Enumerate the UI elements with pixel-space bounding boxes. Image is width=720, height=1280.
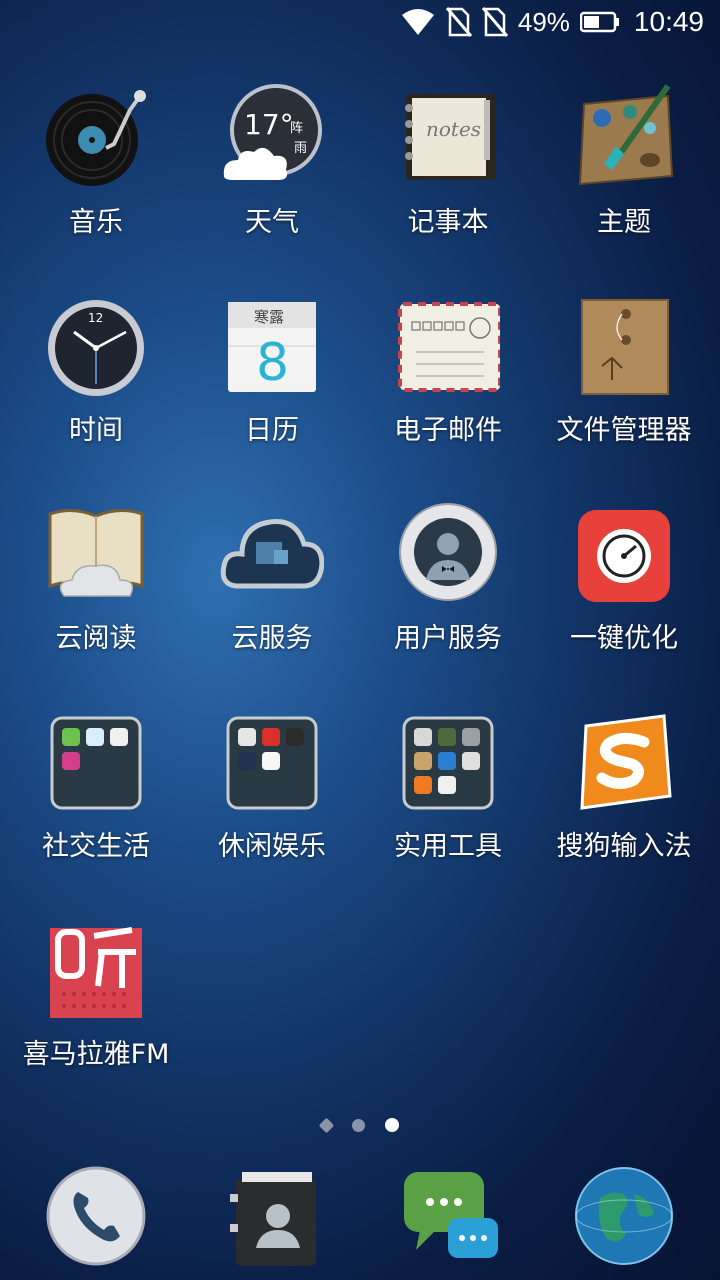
app-label: 电子邮件 [394,415,502,446]
page-dot[interactable] [352,1118,365,1132]
dock-phone[interactable] [8,1160,184,1270]
clock-icon: 12 [44,292,148,396]
calendar-term: 寒露 [254,308,284,326]
sim-off-icon [481,7,508,37]
contacts-icon [220,1164,324,1268]
phone-icon [44,1164,148,1268]
app-weather[interactable]: 17° 阵 雨 天气 [184,80,360,280]
dock-contacts[interactable] [184,1160,360,1270]
notes-icon: notes [396,84,500,188]
page-dot-active[interactable] [385,1118,399,1132]
folder-icon [220,708,324,812]
app-label: 天气 [245,207,299,238]
app-calendar[interactable]: 寒露 8 日历 [184,288,360,488]
weather-cond2: 雨 [294,141,307,156]
app-file-manager[interactable]: 文件管理器 [536,288,712,488]
app-label: 主题 [597,207,651,238]
ximalaya-ting-icon [44,916,148,1020]
app-label: 一键优化 [570,623,678,654]
cloud-book-icon [44,500,148,604]
app-label: 休闲娱乐 [218,831,326,862]
file-folder-icon [572,292,676,396]
app-label: 时间 [69,415,123,446]
app-music[interactable]: 音乐 [8,80,184,280]
app-label: 云阅读 [55,623,137,654]
app-label: 社交生活 [42,831,150,862]
wifi-icon [400,7,436,37]
app-label: 搜狗输入法 [556,831,692,862]
email-envelope-icon [396,292,502,396]
page-indicator [0,1117,720,1133]
notes-text: notes [426,117,481,141]
calendar-day: 8 [256,333,289,393]
dock-messages[interactable] [360,1160,536,1270]
page-dot-home[interactable] [318,1117,335,1133]
app-ximalaya-fm[interactable]: 喜马拉雅FM [8,912,184,1112]
theme-palette-icon [572,84,676,188]
clock-time: 10:49 [633,6,704,37]
app-user-service[interactable]: 用户服务 [360,496,536,696]
weather-icon: 17° 阵 雨 [220,84,324,188]
app-sogou-input[interactable]: 搜狗输入法 [536,704,712,904]
weather-cond1: 阵 [290,121,303,136]
app-label: 用户服务 [394,623,502,654]
user-service-icon [396,500,500,604]
folder-icon [44,708,148,812]
battery-percent: 49% [517,6,570,37]
app-label: 记事本 [407,207,489,238]
app-label: 喜马拉雅FM [22,1039,170,1070]
browser-globe-icon [572,1164,676,1268]
app-label: 云服务 [231,623,313,654]
app-cloud-reading[interactable]: 云阅读 [8,496,184,696]
app-notes[interactable]: notes 记事本 [360,80,536,280]
sim-off-icon [445,7,472,37]
status-bar: 49% 10:49 [0,0,720,44]
sogou-s-icon [572,708,676,812]
battery-icon [579,11,620,33]
calendar-icon: 寒露 8 [220,292,324,396]
dock-browser[interactable] [536,1160,712,1270]
cloud-service-icon [220,500,325,604]
app-folder-tools[interactable]: 实用工具 [360,704,536,904]
dock [0,1160,720,1270]
app-clock[interactable]: 12 时间 [8,288,184,488]
app-folder-social[interactable]: 社交生活 [8,704,184,904]
app-label: 音乐 [69,207,123,238]
app-label: 日历 [245,415,299,446]
app-cloud-service[interactable]: 云服务 [184,496,360,696]
weather-temp: 17° [244,108,294,141]
app-theme[interactable]: 主题 [536,80,712,280]
speedometer-icon [572,500,676,604]
folder-icon [396,708,500,812]
messages-icon [396,1164,500,1268]
clock-twelve: 12 [88,311,103,325]
app-label: 实用工具 [394,831,502,862]
app-folder-entertainment[interactable]: 休闲娱乐 [184,704,360,904]
music-vinyl-icon [44,84,148,188]
app-label: 文件管理器 [556,415,692,446]
app-email[interactable]: 电子邮件 [360,288,536,488]
app-one-key-optimize[interactable]: 一键优化 [536,496,712,696]
